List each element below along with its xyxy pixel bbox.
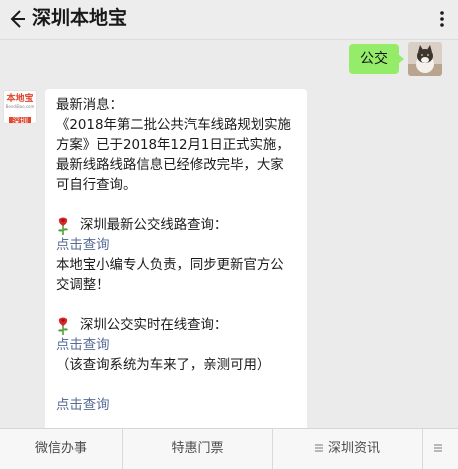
- section-title: 深圳公交实时在线查询：: [80, 318, 228, 333]
- message-list[interactable]: 公交 本地宝 BendiBao.com 深圳 最新消息： 《2018年第二批公共…: [0, 40, 458, 449]
- section-title-row: 深圳最新公交线路查询：: [56, 216, 299, 236]
- section-note-line: 本地宝小编专人负责，同步更新官方公: [56, 258, 284, 273]
- rose-icon: [58, 217, 68, 235]
- user-avatar[interactable]: [408, 42, 442, 76]
- menu-item-label: 微信办事: [34, 441, 87, 456]
- bottom-menu-bar: 微信办事 特惠门票 深圳资讯: [0, 428, 458, 469]
- section-title: 深圳最新公交线路查询：: [80, 218, 228, 233]
- user-message-text: 公交: [360, 51, 388, 67]
- bot-message-bubble[interactable]: 最新消息： 《2018年第二批公共汽车线路规划实施 方案》已于2018年12月1…: [45, 89, 307, 449]
- menu-item-label: 深圳资讯: [327, 441, 380, 456]
- rose-icon: [58, 317, 68, 335]
- query-link[interactable]: 点击查询: [56, 396, 299, 416]
- avatar-city-tag: 深圳: [9, 117, 31, 123]
- official-account-avatar[interactable]: 本地宝 BendiBao.com 深圳: [3, 90, 37, 124]
- top-bar: 深圳本地宝: [0, 0, 458, 40]
- menu-item-label: 特惠门票: [171, 441, 224, 456]
- list-icon: [434, 444, 442, 452]
- avatar-logo-url: BendiBao.com: [5, 104, 35, 109]
- message-intro: 最新消息：: [56, 98, 123, 113]
- avatar-logo-text: 本地宝: [6, 94, 34, 104]
- section-note-line: 交调整！: [56, 278, 110, 293]
- user-message-bubble[interactable]: 公交: [349, 44, 404, 74]
- menu-item-more[interactable]: [422, 429, 458, 469]
- list-icon: [314, 444, 323, 452]
- chat-title: 深圳本地宝: [32, 7, 128, 29]
- menu-item-wechat-services[interactable]: 微信办事: [0, 429, 122, 469]
- message-body-line: 最新线路线路信息已经修改完毕，大家: [56, 158, 284, 173]
- message-body-line: 可自行查询。: [56, 178, 137, 193]
- message-body-line: 方案》已于2018年12月1日正式实施，: [56, 138, 290, 153]
- menu-item-discount-tickets[interactable]: 特惠门票: [122, 429, 272, 469]
- query-link[interactable]: 点击查询: [56, 236, 299, 256]
- menu-item-shenzhen-news[interactable]: 深圳资讯: [272, 429, 422, 469]
- back-icon[interactable]: [6, 6, 26, 32]
- query-link[interactable]: 点击查询: [56, 336, 299, 356]
- more-options-icon[interactable]: [432, 8, 452, 30]
- section-note: （该查询系统为车来了，亲测可用）: [56, 358, 271, 373]
- section-title-row: 深圳公交实时在线查询：: [56, 316, 299, 336]
- message-body-line: 《2018年第二批公共汽车线路规划实施: [56, 118, 291, 133]
- chat-window: 深圳本地宝 公交 本地宝 BendiBao.com 深圳 最新消息： 《2018…: [0, 0, 458, 469]
